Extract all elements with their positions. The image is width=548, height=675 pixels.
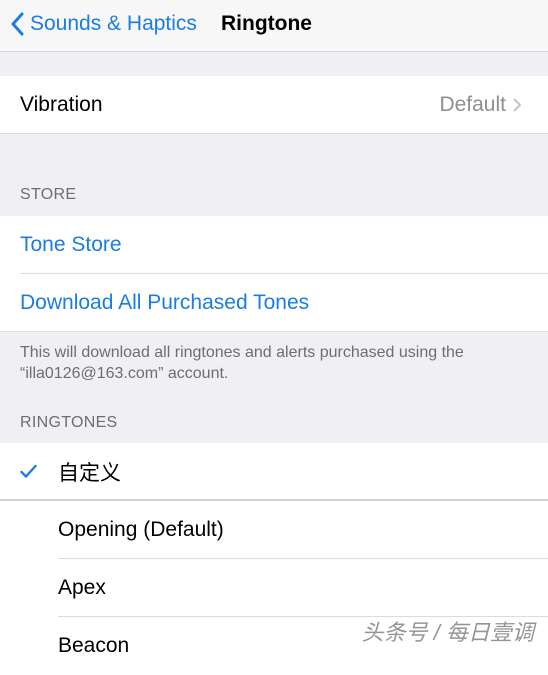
back-button-label: Sounds & Haptics [30,12,197,35]
vibration-label: Vibration [20,93,103,116]
vibration-row[interactable]: Vibration Default [0,76,548,134]
download-purchased-link[interactable]: Download All Purchased Tones [0,291,309,315]
vibration-value: Default [439,93,506,116]
ringtone-row-apex[interactable]: Apex [0,559,548,617]
ringtone-row-opening[interactable]: Opening (Default) [0,501,548,559]
checkmark-icon [20,464,37,478]
store-group: Tone Store Download All Purchased Tones [0,216,548,332]
back-button[interactable]: Sounds & Haptics [10,10,197,38]
tone-store-link[interactable]: Tone Store [0,233,122,257]
divider [0,331,548,332]
ringtone-label: Beacon [58,634,130,657]
chevron-right-icon [513,98,521,112]
ringtone-row-custom[interactable]: 自定义 [0,443,548,501]
ringtone-label: Opening (Default) [58,518,224,541]
page-title: Ringtone [221,12,312,35]
watermark: 头条号 / 每日壹调 [361,620,534,645]
ringtones-section-header: RINGTONES [20,414,118,431]
store-section-header: STORE [20,186,77,203]
store-footer-note: This will download all ringtones and ale… [20,344,464,382]
ringtone-label: Apex [58,576,106,599]
tone-store-row[interactable]: Tone Store [0,216,548,274]
navigation-bar: Sounds & Haptics Ringtone [0,0,548,52]
vibration-group: Vibration Default [0,76,548,134]
chevron-left-icon [11,12,24,36]
download-purchased-row[interactable]: Download All Purchased Tones [0,274,548,332]
ringtone-label: 自定义 [58,462,121,485]
divider [0,133,548,134]
